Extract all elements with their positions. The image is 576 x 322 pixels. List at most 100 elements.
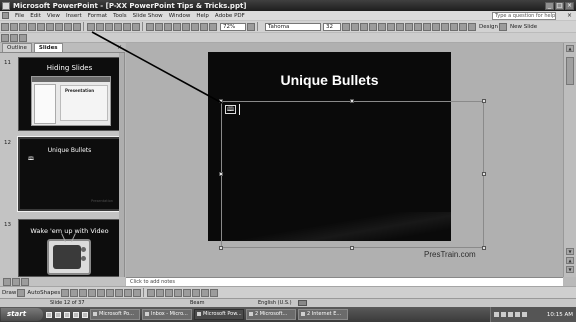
menu-file[interactable]: File [12,13,27,19]
arrow-icon[interactable] [70,288,79,297]
fill-color-icon[interactable] [147,288,156,297]
font-color-icon[interactable] [459,22,467,31]
slide-thumbnail-selected[interactable]: Unique Bullets 🕮 Presentation [17,136,122,212]
diagram-icon[interactable] [115,288,124,297]
start-button[interactable]: start [1,308,43,321]
menu-slide-show[interactable]: Slide Show [130,13,166,19]
next-slide-icon[interactable]: ▼ [566,266,574,273]
draw-menu[interactable]: Draw [2,290,16,296]
font-size-select[interactable]: 32 [323,22,341,31]
picture-icon[interactable] [133,288,142,297]
tray-icon[interactable] [501,312,506,317]
scroll-down-icon[interactable]: ▼ [566,248,574,255]
open-icon[interactable] [10,22,18,31]
menu-view[interactable]: View [44,13,63,19]
quick-launch-icon[interactable] [73,311,79,318]
oval-icon[interactable] [88,288,97,297]
tab-slides[interactable]: Slides [33,43,63,52]
align-right-icon[interactable] [396,22,404,31]
quick-launch-icon[interactable] [55,311,61,318]
resize-handle[interactable] [482,172,486,176]
resize-handle[interactable] [350,99,354,103]
document-close-icon[interactable]: × [567,12,572,19]
tray-icon[interactable] [522,312,527,317]
document-icon[interactable] [2,12,9,19]
copy-icon[interactable] [96,22,104,31]
minimize-button[interactable]: _ [545,1,554,10]
new-icon[interactable] [1,22,9,31]
quick-launch-icon[interactable] [64,311,70,318]
decrease-indent-icon[interactable] [441,22,449,31]
taskbar-button-active[interactable]: Microsoft Pow... [194,309,244,320]
increase-indent-icon[interactable] [450,22,458,31]
line-icon[interactable] [61,288,70,297]
permission-icon[interactable] [28,22,36,31]
3d-style-icon[interactable] [210,288,219,297]
bold-icon[interactable] [342,22,350,31]
tray-icon[interactable] [494,312,499,317]
tables-borders-icon[interactable] [164,22,172,31]
shadow-icon[interactable] [369,22,377,31]
save-icon[interactable] [19,22,27,31]
menu-insert[interactable]: Insert [63,13,85,19]
insert-chart-icon[interactable] [146,22,154,31]
menu-adobe-pdf[interactable]: Adobe PDF [212,13,248,19]
menu-tools[interactable]: Tools [110,13,130,19]
resize-handle[interactable] [219,172,223,176]
resize-handle[interactable] [219,99,223,103]
maximize-button[interactable]: □ [555,1,564,10]
undo-icon[interactable] [123,22,131,31]
paste-icon[interactable] [105,22,113,31]
arrow-style-icon[interactable] [192,288,201,297]
redo-icon[interactable] [132,22,140,31]
clip-art-icon[interactable] [124,288,133,297]
increase-font-icon[interactable] [423,22,431,31]
resize-handle[interactable] [350,246,354,250]
align-center-icon[interactable] [387,22,395,31]
select-objects-icon[interactable] [17,288,26,297]
taskbar-button[interactable]: 2 Microsoft... [246,309,296,320]
underline-icon[interactable] [360,22,368,31]
powerpoint-app-icon[interactable] [2,1,10,10]
slide-sorter-icon[interactable] [12,277,20,286]
notes-pane[interactable]: Click to add notes [126,277,563,286]
normal-view-icon[interactable] [3,277,11,286]
taskbar-button[interactable]: 2 Internet E... [298,309,348,320]
help-icon[interactable] [247,22,255,31]
line-style-icon[interactable] [174,288,183,297]
dash-style-icon[interactable] [183,288,192,297]
slide-title[interactable]: Unique Bullets [208,72,451,88]
text-box-icon[interactable] [97,288,106,297]
research-icon[interactable] [73,22,81,31]
close-button[interactable]: × [565,1,574,10]
panel-close-icon[interactable]: × [117,44,122,51]
previous-slide-icon[interactable]: ▲ [566,257,574,264]
show-formatting-icon[interactable] [191,22,199,31]
vertical-scrollbar[interactable]: ▲ ▼ ▲ ▼ [563,43,576,277]
spelling-icon[interactable] [64,22,72,31]
quick-launch-icon[interactable] [46,311,52,318]
line-color-icon[interactable] [156,288,165,297]
expand-all-icon[interactable] [182,22,190,31]
zoom-select[interactable]: 72% [220,22,246,31]
color-grayscale-icon[interactable] [209,22,217,31]
content-placeholder[interactable] [221,101,484,248]
hyperlink-icon[interactable] [173,22,181,31]
scroll-up-icon[interactable]: ▲ [566,45,574,52]
font-select[interactable]: Tahoma [265,22,321,31]
pdf-review-icon[interactable] [19,33,27,42]
menu-format[interactable]: Format [85,13,110,19]
taskbar-button[interactable]: Microsoft Po... [90,309,140,320]
cut-icon[interactable] [87,22,95,31]
slide-thumbnail[interactable]: Wake 'em up with Video [18,219,121,277]
slide-thumbnail[interactable]: Hiding Slides Presentation [18,57,121,131]
new-slide-button[interactable]: New Slide [510,24,537,30]
align-left-icon[interactable] [378,22,386,31]
wordart-icon[interactable] [106,288,115,297]
help-search-input[interactable]: Type a question for help [492,12,556,20]
resize-handle[interactable] [482,246,486,250]
bullets-icon[interactable] [414,22,422,31]
design-icon[interactable] [468,22,476,31]
autoshapes-menu[interactable]: AutoShapes [27,290,60,296]
shadow-style-icon[interactable] [201,288,210,297]
